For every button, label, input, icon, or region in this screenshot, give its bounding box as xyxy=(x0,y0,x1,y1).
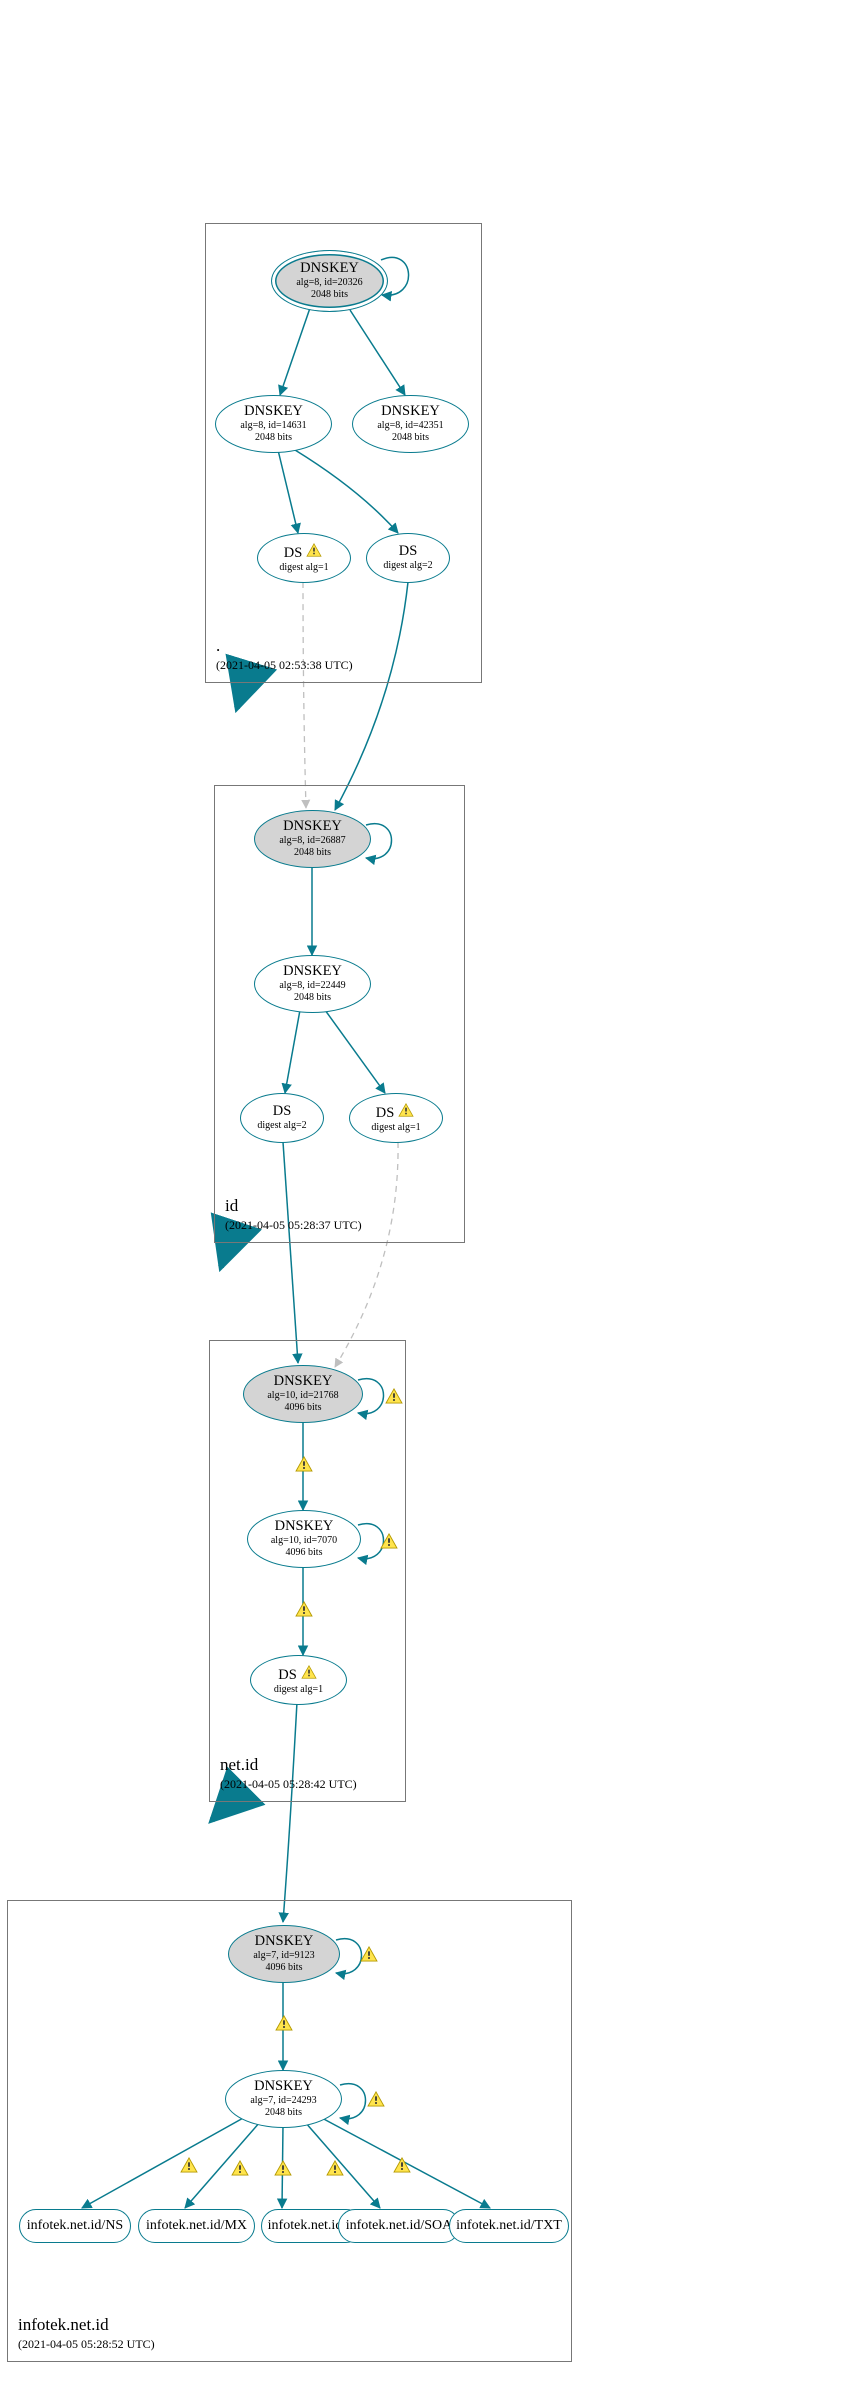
node-sub1: alg=8, id=22449 xyxy=(279,980,345,992)
warning-icon xyxy=(380,1533,398,1549)
dnskey-inf-ksk: DNSKEY alg=7, id=9123 4096 bits xyxy=(228,1925,340,1983)
node-sub1: alg=8, id=20326 xyxy=(296,277,362,289)
rr-mx: infotek.net.id/MX xyxy=(138,2209,255,2243)
dnskey-root-ksk: DNSKEY alg=8, id=20326 2048 bits xyxy=(271,250,388,312)
node-sub2: 2048 bits xyxy=(311,289,348,301)
node-sub1: alg=8, id=26887 xyxy=(279,835,345,847)
node-title: DNSKEY xyxy=(255,1934,314,1950)
node-sub2: 2048 bits xyxy=(255,432,292,444)
rr-txt: infotek.net.id/TXT xyxy=(449,2209,569,2243)
warning-icon xyxy=(301,1665,319,1681)
warning-icon xyxy=(295,1601,313,1617)
zone-root-ts: (2021-04-05 02:53:38 UTC) xyxy=(216,658,353,673)
dnskey-root-zsk2: DNSKEY alg=8, id=42351 2048 bits xyxy=(352,395,469,453)
rr-ns: infotek.net.id/NS xyxy=(19,2209,131,2243)
node-title: DNSKEY xyxy=(274,1374,333,1390)
warning-icon xyxy=(275,2015,293,2031)
warning-icon xyxy=(231,2160,249,2176)
warning-icon xyxy=(360,1946,378,1962)
rr-label: infotek.net.id/NS xyxy=(27,2218,123,2234)
warning-icon xyxy=(398,1103,416,1119)
warning-icon xyxy=(295,1456,313,1472)
zone-netid-ts: (2021-04-05 05:28:42 UTC) xyxy=(220,1777,357,1792)
node-title: DNSKEY xyxy=(254,2079,313,2095)
zone-id-name: id xyxy=(225,1196,238,1216)
rr-label: infotek.net.id/TXT xyxy=(456,2218,562,2234)
warning-icon xyxy=(326,2160,344,2176)
node-sub2: 2048 bits xyxy=(294,992,331,1004)
warning-icon xyxy=(274,2160,292,2176)
dnskey-id-zsk: DNSKEY alg=8, id=22449 2048 bits xyxy=(254,955,371,1013)
node-title: DNSKEY xyxy=(300,261,359,277)
node-title: DS xyxy=(273,1104,292,1120)
node-sub1: digest alg=1 xyxy=(279,562,328,574)
warning-icon xyxy=(306,543,324,559)
node-title: DS xyxy=(278,1667,297,1683)
ds-id-2: DS digest alg=2 xyxy=(240,1093,324,1143)
ds-id-1: DS digest alg=1 xyxy=(349,1093,443,1143)
node-sub1: digest alg=2 xyxy=(383,560,432,572)
dnskey-netid-ksk: DNSKEY alg=10, id=21768 4096 bits xyxy=(243,1365,363,1423)
node-sub2: 4096 bits xyxy=(266,1962,303,1974)
node-sub1: alg=7, id=24293 xyxy=(250,2095,316,2107)
warning-icon xyxy=(393,2157,411,2173)
dnskey-root-zsk1: DNSKEY alg=8, id=14631 2048 bits xyxy=(215,395,332,453)
node-title: DNSKEY xyxy=(275,1519,334,1535)
rr-label: infotek.net.id/MX xyxy=(146,2218,247,2234)
node-sub2: 2048 bits xyxy=(392,432,429,444)
rr-soa: infotek.net.id/SOA xyxy=(338,2209,460,2243)
warning-icon xyxy=(180,2157,198,2173)
zone-netid-name: net.id xyxy=(220,1755,258,1775)
rr-label: infotek.net.id/SOA xyxy=(346,2218,453,2234)
node-title: DS xyxy=(284,545,303,561)
dnskey-inf-zsk: DNSKEY alg=7, id=24293 2048 bits xyxy=(225,2070,342,2128)
warning-icon xyxy=(367,2091,385,2107)
node-sub1: alg=7, id=9123 xyxy=(253,1950,314,1962)
node-title: DS xyxy=(376,1105,395,1121)
node-sub1: alg=10, id=7070 xyxy=(271,1535,337,1547)
node-sub2: 2048 bits xyxy=(265,2107,302,2119)
node-sub2: 4096 bits xyxy=(286,1547,323,1559)
node-title: DNSKEY xyxy=(283,964,342,980)
zone-id-ts: (2021-04-05 05:28:37 UTC) xyxy=(225,1218,362,1233)
ds-root-2: DS digest alg=2 xyxy=(366,533,450,583)
node-sub1: alg=8, id=14631 xyxy=(240,420,306,432)
zone-infotek-ts: (2021-04-05 05:28:52 UTC) xyxy=(18,2337,155,2352)
ds-root-1: DS digest alg=1 xyxy=(257,533,351,583)
node-sub1: digest alg=2 xyxy=(257,1120,306,1132)
node-sub1: digest alg=1 xyxy=(274,1684,323,1696)
warning-icon xyxy=(385,1388,403,1404)
node-title: DNSKEY xyxy=(283,819,342,835)
dnskey-id-ksk: DNSKEY alg=8, id=26887 2048 bits xyxy=(254,810,371,868)
node-sub1: alg=8, id=42351 xyxy=(377,420,443,432)
dnskey-netid-zsk: DNSKEY alg=10, id=7070 4096 bits xyxy=(247,1510,361,1568)
node-sub1: alg=10, id=21768 xyxy=(267,1390,338,1402)
node-sub2: 2048 bits xyxy=(294,847,331,859)
zone-infotek-name: infotek.net.id xyxy=(18,2315,109,2335)
node-title: DNSKEY xyxy=(244,404,303,420)
node-title: DNSKEY xyxy=(381,404,440,420)
node-sub1: digest alg=1 xyxy=(371,1122,420,1134)
zone-root-name: . xyxy=(216,636,220,656)
ds-netid-1: DS digest alg=1 xyxy=(250,1655,347,1705)
node-title: DS xyxy=(399,544,418,560)
node-sub2: 4096 bits xyxy=(285,1402,322,1414)
